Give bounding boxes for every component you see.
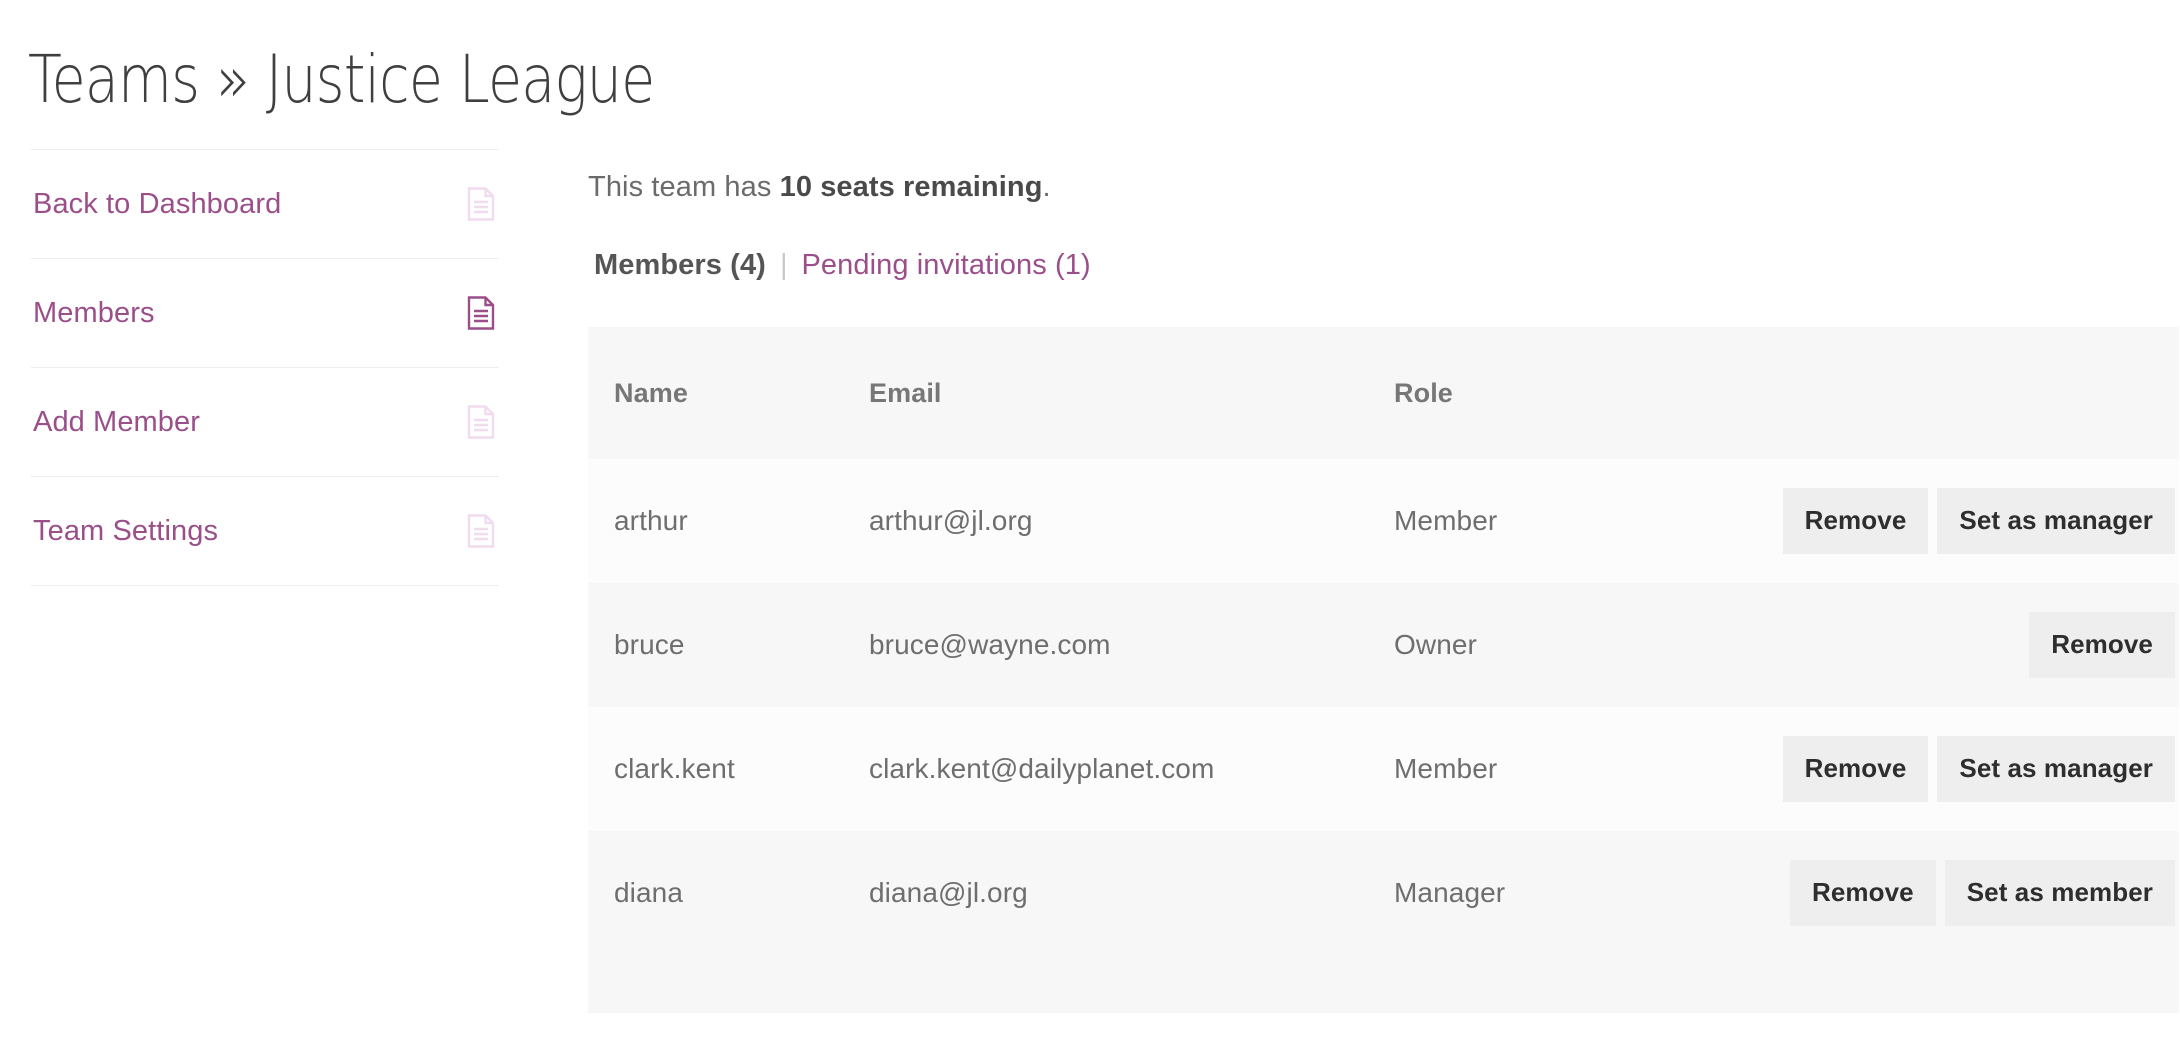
cell-actions: Remove xyxy=(1739,583,2179,707)
footer-cell xyxy=(869,955,1394,1013)
cell-role: Owner xyxy=(1394,629,1477,660)
cell-email: bruce@wayne.com xyxy=(869,629,1111,660)
table-row: clark.kent clark.kent@dailyplanet.com Me… xyxy=(588,707,2179,831)
remove-button[interactable]: Remove xyxy=(2029,612,2175,678)
main-content: This team has 10 seats remaining. Member… xyxy=(588,140,2179,1013)
seats-count: 10 seats remaining xyxy=(779,171,1043,203)
members-table-body: arthur arthur@jl.org Member Remove Set a… xyxy=(588,459,2179,955)
cell-name: arthur xyxy=(614,505,688,536)
seats-remaining-text: This team has 10 seats remaining. xyxy=(588,169,2153,204)
cell-email: arthur@jl.org xyxy=(869,505,1033,536)
sidebar-item-label: Back to Dashboard xyxy=(33,187,282,220)
set-as-manager-button[interactable]: Set as manager xyxy=(1937,736,2175,802)
remove-button[interactable]: Remove xyxy=(1782,488,1929,554)
sidebar-item-label: Members xyxy=(33,296,155,329)
sidebar-item-add-member[interactable]: Add Member xyxy=(31,368,499,476)
set-as-manager-button[interactable]: Set as manager xyxy=(1937,488,2175,554)
tab-pending-invitations[interactable]: Pending invitations (1) xyxy=(801,249,1090,282)
cell-role: Manager xyxy=(1394,877,1506,908)
footer-cell xyxy=(1739,955,2179,1013)
row-actions: Remove xyxy=(1739,612,2179,678)
table-row: arthur arthur@jl.org Member Remove Set a… xyxy=(588,459,2179,583)
sidebar-item-members[interactable]: Members xyxy=(31,259,499,367)
members-table: Name Email Role arthur arthur@jl.org Mem… xyxy=(588,327,2179,1013)
cell-actions: Remove Set as manager xyxy=(1739,707,2179,831)
footer-cell xyxy=(588,955,869,1013)
cell-name: bruce xyxy=(614,629,685,660)
sidebar-item-team-settings[interactable]: Team Settings xyxy=(31,477,499,585)
document-icon xyxy=(467,187,495,221)
document-icon xyxy=(467,405,495,439)
document-icon xyxy=(467,514,495,548)
table-header-row: Name Email Role xyxy=(588,327,2179,459)
cell-name: diana xyxy=(614,877,684,908)
sidebar-nav: Back to Dashboard Members Add Member Tea… xyxy=(31,149,499,586)
members-table-wrapper: Name Email Role arthur arthur@jl.org Mem… xyxy=(588,327,2179,1013)
remove-button[interactable]: Remove xyxy=(1789,860,1936,926)
cell-email: diana@jl.org xyxy=(869,877,1028,908)
column-header-actions xyxy=(1739,327,2179,459)
column-header-email: Email xyxy=(869,377,942,408)
remove-button[interactable]: Remove xyxy=(1782,736,1929,802)
tab-separator: | xyxy=(779,249,788,281)
footer-cell xyxy=(1394,955,1739,1013)
column-header-role: Role xyxy=(1394,377,1453,408)
seats-suffix: . xyxy=(1042,171,1051,203)
cell-name: clark.kent xyxy=(614,753,735,784)
cell-role: Member xyxy=(1394,505,1498,536)
cell-role: Member xyxy=(1394,753,1498,784)
sidebar-item-label: Team Settings xyxy=(33,514,219,547)
tab-members[interactable]: Members (4) xyxy=(594,249,766,282)
page-title: Teams » Justice League xyxy=(28,41,655,119)
cell-actions: Remove Set as manager xyxy=(1739,459,2179,583)
row-actions: Remove Set as manager xyxy=(1739,736,2179,802)
seats-prefix: This team has xyxy=(588,171,780,203)
sidebar-item-back-to-dashboard[interactable]: Back to Dashboard xyxy=(31,150,499,258)
members-tabs: Members (4) | Pending invitations (1) xyxy=(594,249,2153,282)
column-header-name: Name xyxy=(614,377,688,408)
members-table-foot xyxy=(588,955,2179,1013)
cell-email: clark.kent@dailyplanet.com xyxy=(869,753,1215,784)
sidebar-item-label: Add Member xyxy=(33,405,201,438)
cell-actions: Remove Set as member xyxy=(1739,831,2179,955)
row-actions: Remove Set as manager xyxy=(1739,488,2179,554)
members-table-head: Name Email Role xyxy=(588,327,2179,459)
sidebar-divider xyxy=(31,585,499,586)
document-icon xyxy=(467,296,495,330)
table-row: diana diana@jl.org Manager Remove Set as… xyxy=(588,831,2179,955)
table-footer-row xyxy=(588,955,2179,1013)
table-row: bruce bruce@wayne.com Owner Remove xyxy=(588,583,2179,707)
set-as-member-button[interactable]: Set as member xyxy=(1944,860,2175,926)
row-actions: Remove Set as member xyxy=(1739,860,2179,926)
